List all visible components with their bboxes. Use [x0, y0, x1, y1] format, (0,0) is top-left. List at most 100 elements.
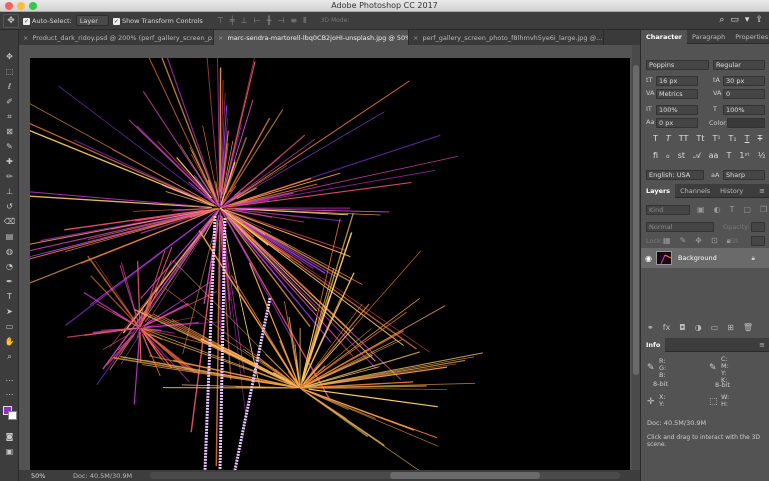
show-transform-checkbox[interactable]: ✓ Show Transform Controls: [112, 17, 203, 25]
frame-tool-icon[interactable]: ⊠: [3, 125, 16, 138]
faux-bold-icon[interactable]: T: [653, 134, 658, 143]
link-icon[interactable]: ⚭: [647, 323, 654, 332]
fractions-icon[interactable]: ½: [758, 151, 766, 161]
path-select-tool-icon[interactable]: ➤: [3, 305, 16, 318]
trash-icon[interactable]: 🗑︎: [743, 323, 753, 332]
workspace-icon[interactable]: ▭: [730, 15, 739, 25]
distribute-h-icon[interactable]: ⦀: [303, 16, 307, 26]
eye-icon[interactable]: ◉: [645, 254, 652, 263]
eyedropper-tool-icon[interactable]: ✎: [3, 140, 16, 153]
gradient-tool-icon[interactable]: ▤: [3, 230, 16, 243]
more-tools-icon[interactable]: …: [3, 372, 16, 385]
move-tool-preset-picker[interactable]: ✥: [3, 13, 19, 28]
screen-mode-icon[interactable]: ▣: [3, 445, 16, 458]
ornament-icon[interactable]: 𝒜: [693, 151, 701, 161]
crop-tool-icon[interactable]: ⌗: [3, 110, 16, 123]
eraser-tool-icon[interactable]: ⌫: [3, 215, 16, 228]
kerning-field[interactable]: Metrics: [656, 89, 698, 99]
text-color-swatch[interactable]: [727, 118, 765, 128]
brush-tool-icon[interactable]: ✏: [3, 170, 16, 183]
align-top-icon[interactable]: ⊤: [217, 16, 224, 26]
opacity-field[interactable]: [751, 222, 765, 232]
tab-character[interactable]: Character: [641, 29, 687, 44]
align-middle-icon[interactable]: ╪: [230, 16, 235, 26]
tab-fireworks[interactable]: × marc-sendra-martorell-lbq0CB2joHI-unspl…: [214, 30, 409, 45]
fx-icon[interactable]: fx: [663, 323, 671, 332]
anti-alias-select[interactable]: Sharp: [723, 170, 765, 180]
close-tab-icon[interactable]: ×: [23, 34, 28, 42]
clone-stamp-tool-icon[interactable]: ⊥: [3, 185, 16, 198]
swash-icon[interactable]: ℴ: [666, 151, 670, 161]
leading-field[interactable]: 30 px: [723, 76, 765, 86]
lock-artboard-icon[interactable]: ⊡: [711, 236, 718, 246]
tab-layers[interactable]: Layers: [641, 183, 676, 198]
strikethrough-icon[interactable]: T: [758, 134, 763, 143]
discretionary-icon[interactable]: T: [726, 151, 731, 161]
smart-filter-icon[interactable]: ❐: [760, 205, 767, 214]
stylistic-icon[interactable]: st: [678, 151, 685, 161]
faux-italic-icon[interactable]: T: [666, 134, 671, 143]
edit-toolbar-icon[interactable]: ⋯: [3, 388, 16, 401]
tab-gallery-photo[interactable]: × perf_gallery_screen_photo_f8lhmvh5ye6i_…: [409, 30, 604, 45]
font-style-select[interactable]: Regular: [713, 60, 765, 70]
vertical-scrollbar[interactable]: [632, 45, 640, 470]
font-size-field[interactable]: 16 px: [656, 76, 698, 86]
image-filter-icon[interactable]: ▣: [697, 205, 705, 214]
tab-product-dark[interactable]: × Product_dark_ridoy.psd @ 200% (perf_gal…: [19, 30, 214, 45]
close-tab-icon[interactable]: ×: [413, 34, 418, 42]
lasso-tool-icon[interactable]: ℓ: [3, 80, 16, 93]
quick-mask-icon[interactable]: ◙: [3, 430, 16, 443]
type-filter-icon[interactable]: T: [730, 205, 735, 214]
superscript-icon[interactable]: T¹: [712, 134, 720, 143]
panel-menu-icon[interactable]: ≡: [759, 187, 765, 195]
hand-tool-icon[interactable]: ✋: [3, 335, 16, 348]
layer-background[interactable]: ◉ Background 🔒︎: [641, 248, 769, 268]
tab-history[interactable]: History: [715, 184, 748, 198]
tab-paragraph[interactable]: Paragraph: [687, 30, 730, 44]
folder-icon[interactable]: ▭: [711, 323, 719, 332]
underline-icon[interactable]: T: [745, 134, 750, 143]
zoom-tool-icon[interactable]: ⌕: [3, 350, 16, 363]
align-left-icon[interactable]: ⊢: [254, 16, 261, 26]
all-caps-icon[interactable]: TT: [679, 134, 689, 143]
align-center-icon[interactable]: ╫: [267, 16, 272, 26]
marquee-tool-icon[interactable]: ⬚: [3, 65, 16, 78]
fill-field[interactable]: [751, 236, 765, 246]
align-bottom-icon[interactable]: ⊥: [241, 16, 248, 26]
ligature-icon[interactable]: ﬁ: [653, 151, 658, 161]
background-color-swatch[interactable]: [8, 411, 17, 420]
subscript-icon[interactable]: T₁: [729, 134, 737, 143]
blend-mode-select[interactable]: Normal: [646, 222, 714, 232]
horizontal-scroll-thumb[interactable]: [390, 472, 540, 479]
baseline-shift-field[interactable]: 0 px: [656, 118, 698, 128]
auto-select-dropdown[interactable]: Layer: [75, 15, 109, 26]
lock-paint-icon[interactable]: ✎: [680, 236, 687, 246]
horizontal-scale-field[interactable]: 100%: [723, 105, 765, 115]
quick-select-tool-icon[interactable]: ✐: [3, 95, 16, 108]
image-canvas[interactable]: [30, 58, 630, 470]
dodge-tool-icon[interactable]: ◔: [3, 260, 16, 273]
lock-pixels-icon[interactable]: ▦: [663, 236, 671, 246]
language-select[interactable]: English: USA: [646, 170, 704, 180]
type-tool-icon[interactable]: T: [3, 290, 16, 303]
move-tool-icon[interactable]: ✥: [3, 50, 16, 63]
doc-size[interactable]: Doc: 40.5M/30.9M: [73, 472, 132, 480]
distribute-icon[interactable]: ≡: [290, 16, 297, 26]
auto-select-checkbox[interactable]: ✓ Auto-Select:: [23, 17, 72, 25]
vertical-scroll-thumb[interactable]: [633, 65, 639, 375]
layer-name[interactable]: Background: [678, 254, 717, 262]
history-brush-tool-icon[interactable]: ↺: [3, 200, 16, 213]
ordinals-icon[interactable]: 1ˢᵗ: [739, 151, 749, 161]
healing-tool-icon[interactable]: ✚: [3, 155, 16, 168]
blur-tool-icon[interactable]: ◍: [3, 245, 16, 258]
font-family-select[interactable]: Poppins: [646, 60, 709, 70]
adjustment-filter-icon[interactable]: ◐: [714, 205, 721, 214]
tab-channels[interactable]: Channels: [675, 184, 715, 198]
tracking-field[interactable]: 0: [723, 89, 765, 99]
align-right-icon[interactable]: ⊣: [277, 16, 284, 26]
close-tab-icon[interactable]: ×: [218, 34, 223, 42]
search-icon[interactable]: ⌕: [719, 15, 724, 25]
vertical-scale-field[interactable]: 100%: [656, 105, 698, 115]
tab-info[interactable]: Info: [641, 337, 666, 352]
adjustment-icon[interactable]: ◑: [695, 323, 702, 332]
